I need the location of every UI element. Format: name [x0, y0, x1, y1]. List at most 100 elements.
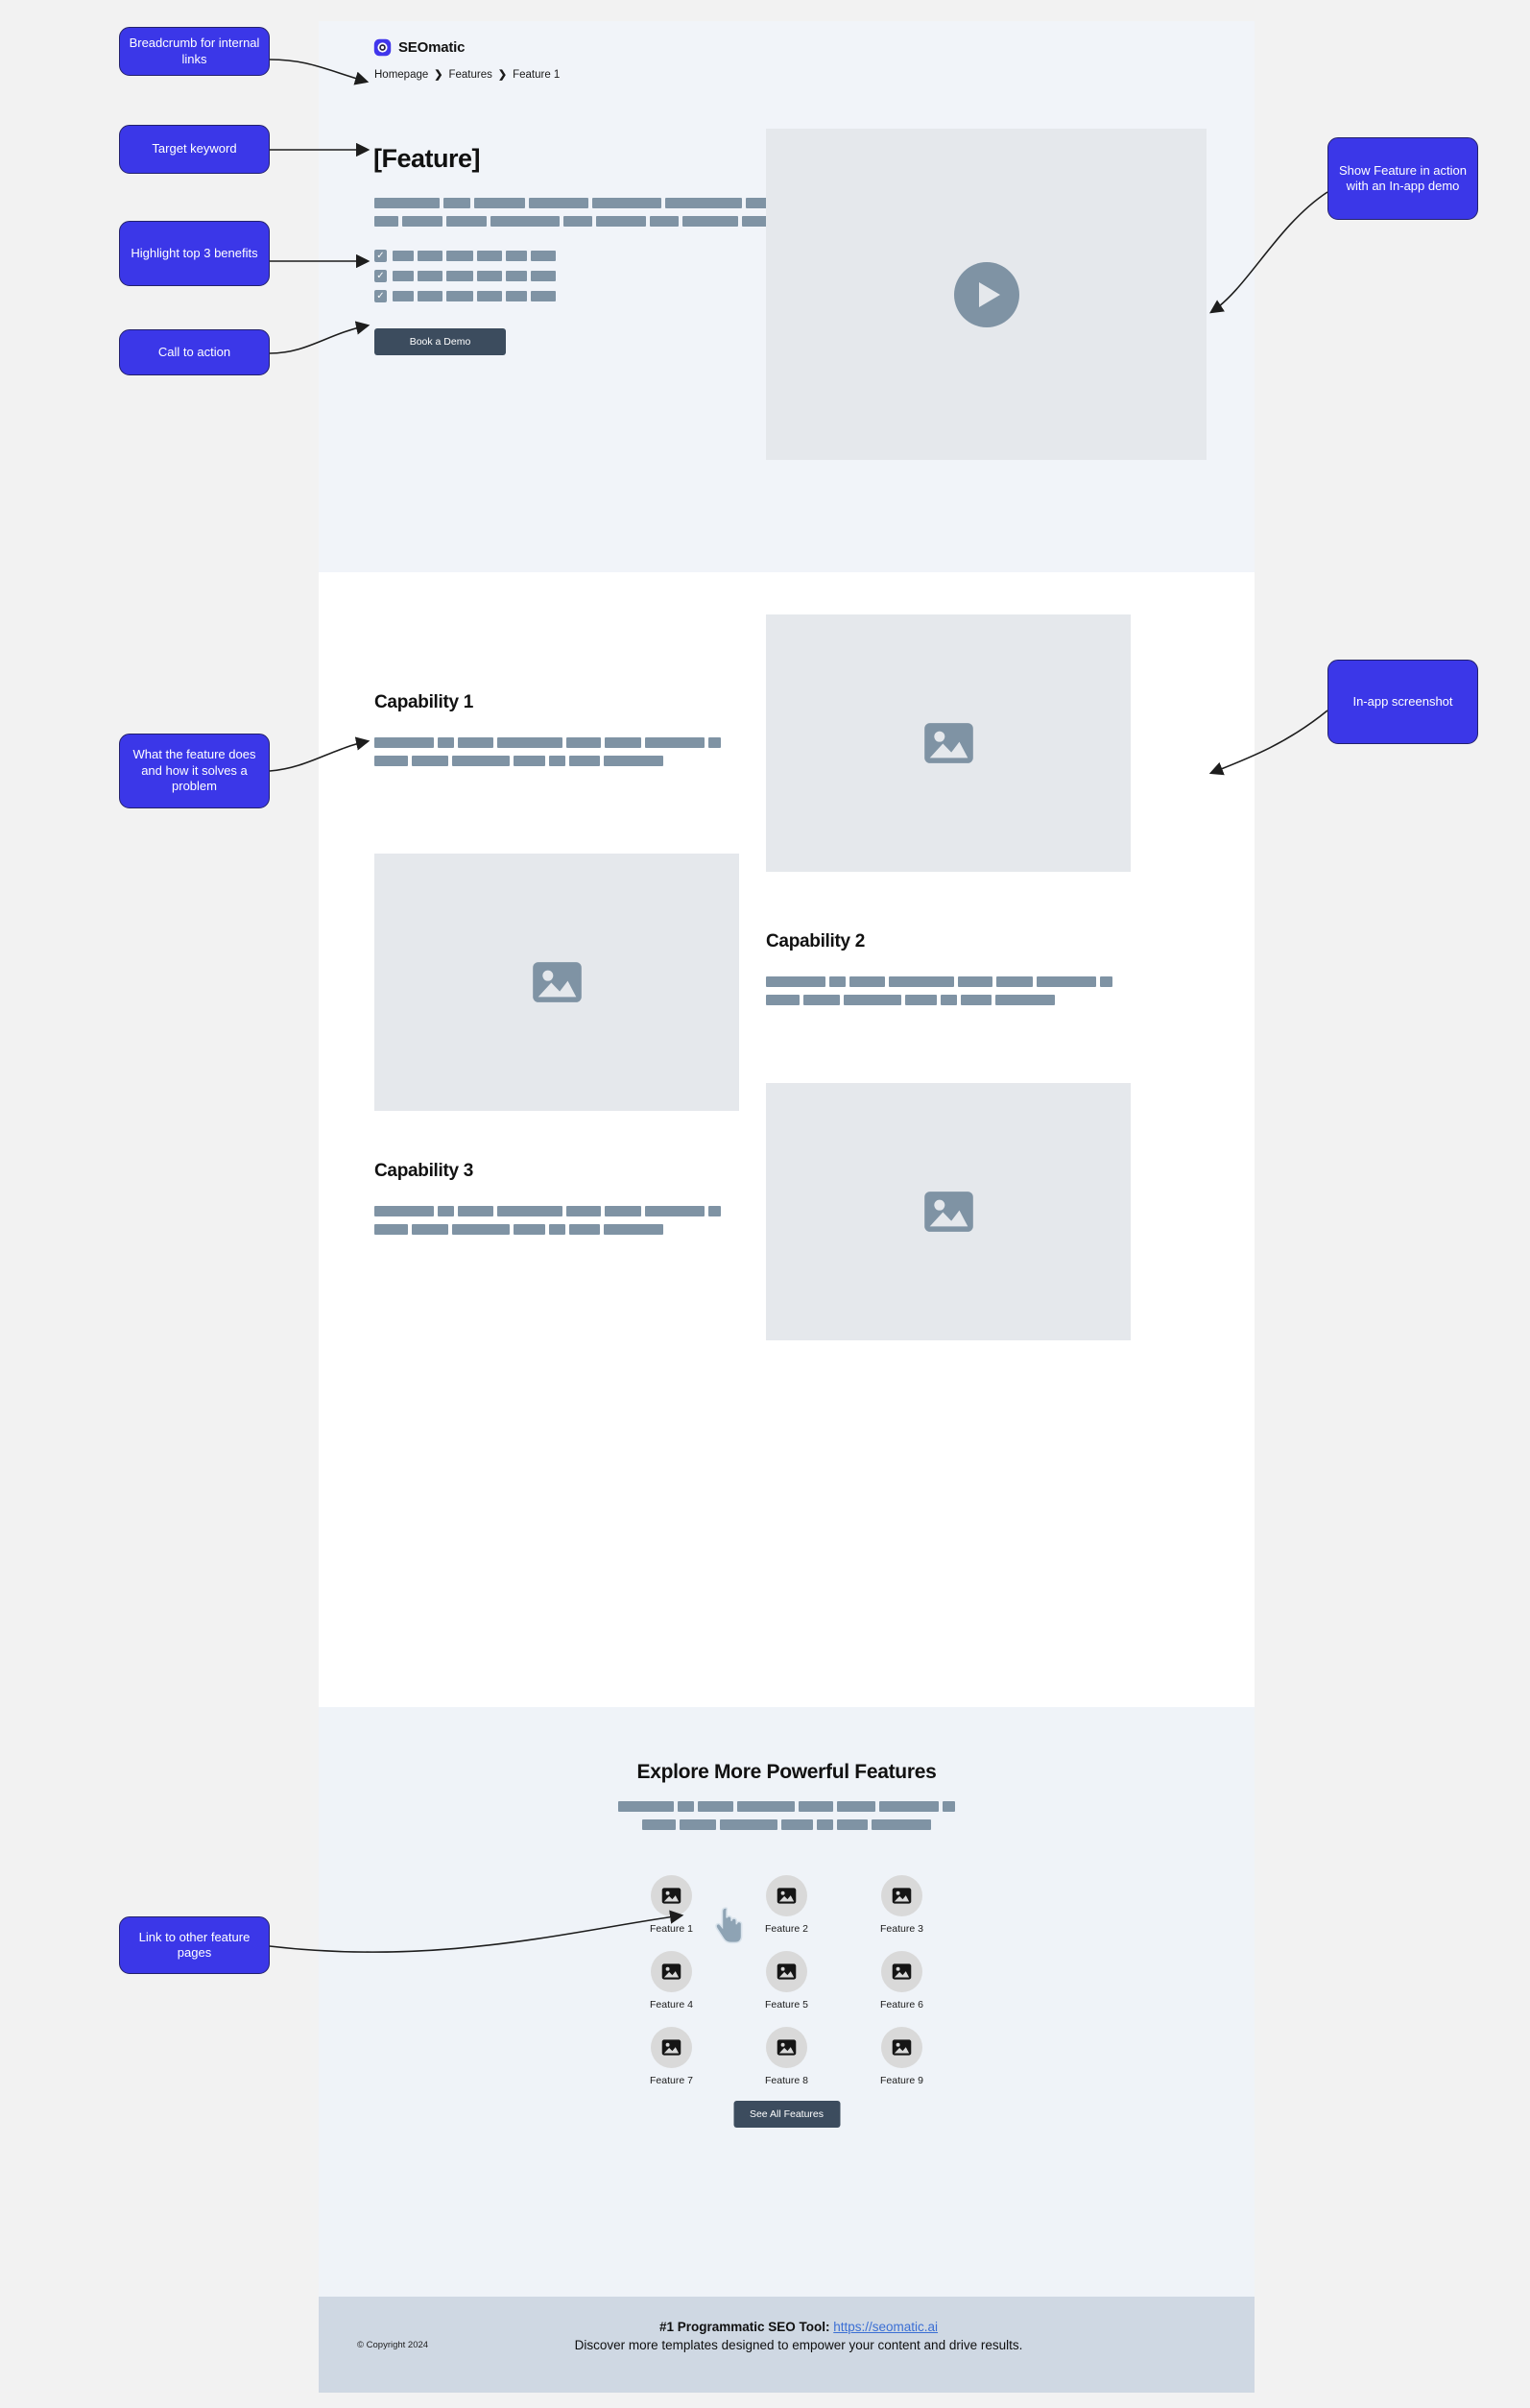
placeholder-bar — [402, 216, 442, 227]
brand[interactable]: SEOmatic — [373, 38, 465, 57]
placeholder-text-row — [374, 737, 721, 748]
breadcrumb-item-features[interactable]: Features — [448, 69, 491, 81]
placeholder-bar — [566, 1206, 601, 1216]
placeholder-bar — [418, 271, 442, 281]
hero-video-placeholder[interactable] — [766, 129, 1207, 460]
benefit-text-placeholder — [393, 271, 556, 281]
feature-row: Feature 4 Feature 5 Feature 6 — [631, 1951, 943, 2011]
placeholder-bar — [737, 1801, 795, 1812]
image-placeholder-icon — [892, 2039, 912, 2056]
mock-webpage: SEOmatic Homepage ❯ Features ❯ Feature 1… — [319, 21, 1255, 2393]
feature-icon-circle — [651, 1951, 692, 1992]
placeholder-bar — [1100, 976, 1112, 987]
placeholder-bar — [781, 1819, 813, 1830]
feature-icon-circle — [651, 1875, 692, 1916]
capability-1-image-placeholder — [766, 614, 1131, 872]
placeholder-bar — [393, 251, 414, 261]
placeholder-bar — [905, 995, 937, 1005]
feature-row: Feature 1 Feature 2 Feature 3 — [631, 1875, 943, 1935]
annotation-problem-note: What the feature does and how it solves … — [119, 734, 270, 808]
placeholder-bar — [446, 291, 473, 301]
feature-label: Feature 3 — [880, 1923, 923, 1935]
placeholder-text-row — [766, 995, 1112, 1005]
seomatic-link[interactable]: https://seomatic.ai — [833, 2320, 938, 2334]
explore-features-section: Explore More Powerful Features Feature 1… — [319, 1707, 1255, 2297]
feature-icon-circle — [766, 2027, 807, 2068]
placeholder-bar — [418, 291, 442, 301]
placeholder-bar — [605, 737, 641, 748]
footer-tagline: #1 Programmatic SEO Tool: https://seomat… — [491, 2318, 1106, 2354]
placeholder-bar — [531, 291, 556, 301]
image-placeholder-icon — [777, 1963, 797, 1980]
feature-link-4[interactable]: Feature 4 — [631, 1951, 712, 2011]
breadcrumb-item-homepage[interactable]: Homepage — [374, 69, 428, 81]
capability-3-paragraph-placeholder — [374, 1206, 721, 1235]
see-all-features-button[interactable]: See All Features — [733, 2101, 840, 2128]
placeholder-bar — [844, 995, 901, 1005]
placeholder-bar — [506, 291, 527, 301]
image-placeholder-icon — [892, 1963, 912, 1980]
feature-link-7[interactable]: Feature 7 — [631, 2027, 712, 2086]
placeholder-bar — [393, 291, 414, 301]
placeholder-bar — [490, 216, 560, 227]
placeholder-bar — [837, 1801, 875, 1812]
breadcrumb[interactable]: Homepage ❯ Features ❯ Feature 1 — [374, 69, 560, 81]
placeholder-bar — [961, 995, 992, 1005]
placeholder-bar — [497, 1206, 562, 1216]
capability-2-title: Capability 2 — [766, 931, 866, 951]
feature-row: Feature 7 Feature 8 Feature 9 — [631, 2027, 943, 2086]
feature-link-6[interactable]: Feature 6 — [861, 1951, 943, 2011]
feature-icon-circle — [881, 2027, 922, 2068]
breadcrumb-item-current: Feature 1 — [513, 69, 561, 81]
feature-label: Feature 8 — [765, 2075, 808, 2086]
checkbox-checked-icon: ✓ — [374, 270, 387, 282]
placeholder-bar — [506, 251, 527, 261]
feature-icon-circle — [766, 1951, 807, 1992]
placeholder-bar — [514, 756, 545, 766]
feature-link-8[interactable]: Feature 8 — [746, 2027, 827, 2086]
placeholder-bar — [569, 1224, 600, 1235]
placeholder-bar — [569, 756, 600, 766]
placeholder-bar — [438, 737, 454, 748]
placeholder-bar — [531, 271, 556, 281]
placeholder-bar — [941, 995, 957, 1005]
feature-link-1[interactable]: Feature 1 — [631, 1875, 712, 1935]
annotation-breadcrumb-note: Breadcrumb for internal links — [119, 27, 270, 76]
image-placeholder-icon — [923, 723, 973, 763]
placeholder-bar — [803, 995, 840, 1005]
hero-benefits-list: ✓ ✓ ✓ — [374, 250, 556, 302]
placeholder-bar — [418, 251, 442, 261]
placeholder-bar — [477, 251, 502, 261]
placeholder-text-row — [374, 1206, 721, 1216]
placeholder-bar — [682, 216, 738, 227]
placeholder-bar — [996, 976, 1033, 987]
book-a-demo-button[interactable]: Book a Demo — [374, 328, 506, 355]
capability-1-paragraph-placeholder — [374, 737, 721, 766]
placeholder-bar — [506, 271, 527, 281]
placeholder-bar — [412, 1224, 448, 1235]
footer-tagline-strong: #1 Programmatic SEO Tool: — [658, 2320, 830, 2334]
placeholder-bar — [549, 1224, 565, 1235]
placeholder-bar — [889, 976, 954, 987]
placeholder-bar — [766, 976, 825, 987]
feature-link-5[interactable]: Feature 5 — [746, 1951, 827, 2011]
placeholder-bar — [958, 976, 992, 987]
placeholder-bar — [563, 216, 592, 227]
feature-link-9[interactable]: Feature 9 — [861, 2027, 943, 2086]
placeholder-bar — [477, 271, 502, 281]
capability-2-paragraph-placeholder — [766, 976, 1112, 1005]
annotation-cta-note: Call to action — [119, 329, 270, 375]
capability-2-image-placeholder — [374, 854, 739, 1111]
feature-link-2[interactable]: Feature 2 — [746, 1875, 827, 1935]
feature-label: Feature 2 — [765, 1923, 808, 1935]
annotation-demo-note: Show Feature in action with an In-app de… — [1327, 137, 1478, 220]
play-button-icon[interactable] — [953, 261, 1019, 327]
placeholder-bar — [604, 1224, 663, 1235]
feature-link-3[interactable]: Feature 3 — [861, 1875, 943, 1935]
placeholder-bar — [708, 1206, 721, 1216]
brand-name: SEOmatic — [398, 39, 466, 56]
placeholder-text-row — [618, 1801, 955, 1812]
play-triangle — [978, 281, 1000, 307]
placeholder-text-row — [374, 216, 810, 227]
placeholder-bar — [698, 1801, 733, 1812]
